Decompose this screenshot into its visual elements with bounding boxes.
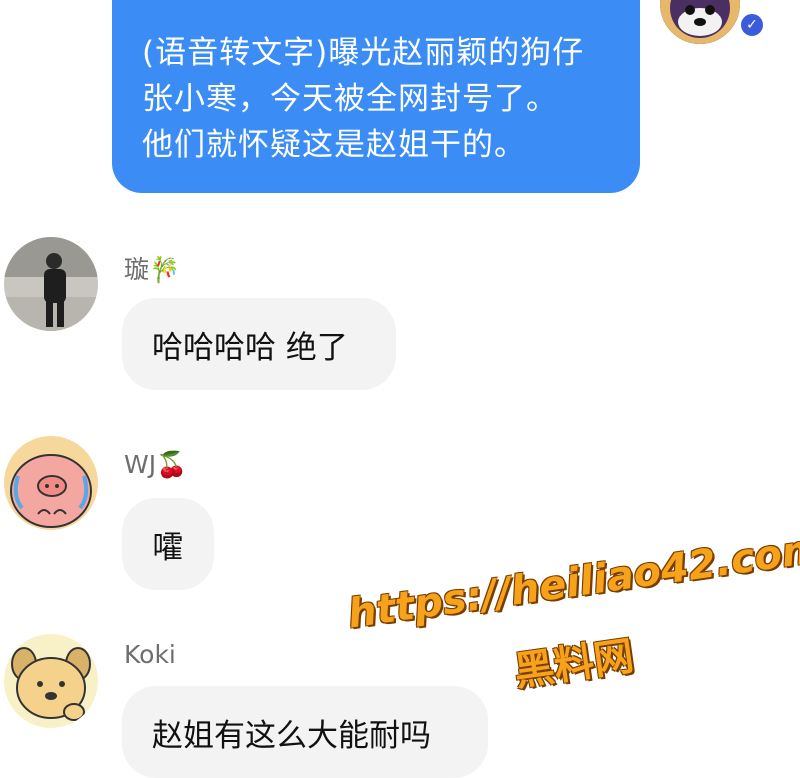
username-emoji: 🎋 (149, 255, 181, 284)
user-avatar[interactable] (4, 436, 98, 530)
my-avatar-image (660, 0, 740, 44)
avatar-cartoon-dog (4, 634, 98, 728)
username-emoji: 🍒 (156, 450, 188, 479)
avatar-photo (4, 237, 98, 331)
message-username[interactable]: Koki (124, 640, 176, 669)
avatar-cartoon-pig (4, 436, 98, 530)
message-username[interactable]: WJ🍒 (124, 450, 187, 480)
verified-badge-icon: ✓ (738, 11, 766, 39)
watermark-name: 黑料网 (511, 633, 637, 696)
username-text: WJ (124, 450, 157, 479)
message-bubble[interactable]: 哈哈哈哈 绝了 (122, 298, 396, 390)
my-avatar[interactable] (660, 0, 740, 44)
message-bubble[interactable]: 赵姐有这么大能耐吗 (122, 686, 488, 778)
user-avatar[interactable] (4, 634, 98, 728)
sent-message-bubble[interactable]: (语音转文字)曝光赵丽颖的狗仔 张小寒，今天被全网封号了。 他们就怀疑这是赵姐干… (112, 0, 640, 193)
sent-message-line: 张小寒，今天被全网封号了。 (142, 81, 558, 117)
message-text: 赵姐有这么大能耐吗 (152, 718, 431, 754)
sent-message-line: (语音转文字)曝光赵丽颖的狗仔 (142, 35, 585, 71)
message-bubble[interactable]: 嚯 (122, 498, 214, 590)
username-text: 璇 (124, 255, 150, 284)
message-text: 嚯 (152, 530, 184, 566)
sent-message-line: 他们就怀疑这是赵姐干的。 (142, 127, 526, 163)
message-username[interactable]: 璇🎋 (124, 250, 180, 286)
user-avatar[interactable] (4, 237, 98, 331)
watermark-url: https://heiliao42.com (345, 525, 800, 638)
username-text: Koki (124, 640, 176, 669)
message-text: 哈哈哈哈 绝了 (152, 330, 348, 366)
